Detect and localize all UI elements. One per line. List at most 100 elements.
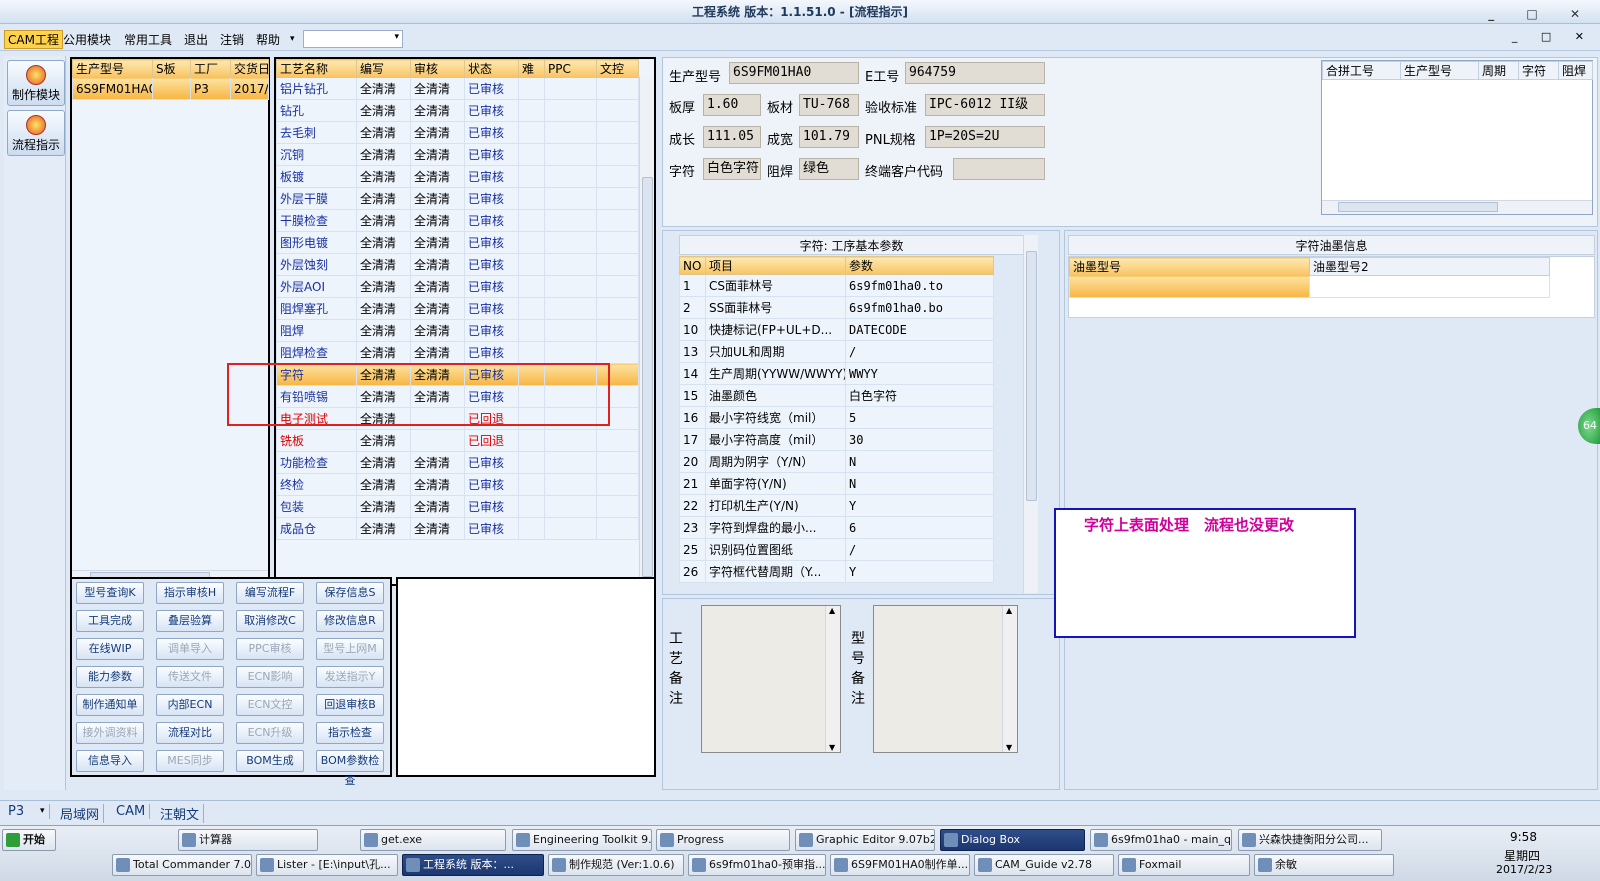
table-row[interactable]: 17 最小字符高度（mil） 30 <box>679 428 994 451</box>
col-header[interactable]: 工艺名称 <box>276 59 357 78</box>
cell[interactable]: WWYY <box>845 362 994 385</box>
cell[interactable] <box>518 99 545 122</box>
col-header[interactable]: 文控 <box>596 59 639 78</box>
scroll-thumb[interactable] <box>1026 251 1037 501</box>
col-header[interactable]: 项目 <box>705 256 846 275</box>
cell[interactable]: 外层AOI <box>276 275 357 298</box>
cell[interactable]: 全清清 <box>410 473 465 496</box>
menu-exit[interactable]: 退出 <box>184 31 208 48</box>
menu-cam[interactable]: CAM工程 <box>4 30 63 49</box>
col-header[interactable]: 状态 <box>464 59 519 78</box>
cell[interactable] <box>596 275 639 298</box>
cell[interactable] <box>518 517 545 540</box>
action-button[interactable]: 叠层验算 <box>156 610 224 632</box>
customer-code-field[interactable] <box>953 158 1045 180</box>
cell[interactable]: 全清清 <box>356 121 411 144</box>
cell[interactable]: 铣板 <box>276 429 357 452</box>
cell[interactable]: 全清清 <box>356 429 411 452</box>
col-header[interactable]: S板 <box>152 59 191 78</box>
cell[interactable]: 全清清 <box>410 319 465 342</box>
cell[interactable]: 全清清 <box>356 209 411 232</box>
cell[interactable]: 全清清 <box>356 319 411 342</box>
cell[interactable] <box>152 77 191 100</box>
cell[interactable]: 6s9fm01ha0.bo <box>845 296 994 319</box>
cell[interactable]: 全清清 <box>410 77 465 100</box>
cell[interactable]: 已审核 <box>464 253 519 276</box>
table-row[interactable]: 2 SS面菲林号 6s9fm01ha0.bo <box>679 296 994 319</box>
cell[interactable] <box>596 121 639 144</box>
col-header[interactable]: 参数 <box>845 256 994 275</box>
action-button[interactable]: 调单导入 <box>156 638 224 660</box>
cell[interactable] <box>518 297 545 320</box>
action-button[interactable]: 信息导入 <box>76 750 144 772</box>
cell[interactable]: 已审核 <box>464 121 519 144</box>
cell[interactable]: 26 <box>679 560 706 583</box>
cell[interactable]: 16 <box>679 406 706 429</box>
menu-combo-box[interactable]: ▾ <box>303 30 403 48</box>
table-row[interactable]: 外层蚀刻 全清清 全清清 已审核 <box>276 253 639 276</box>
table-row[interactable]: 13 只加UL和周期 / <box>679 340 994 363</box>
table-row[interactable]: 图形电镀 全清清 全清清 已审核 <box>276 231 639 254</box>
cell[interactable]: 23 <box>679 516 706 539</box>
taskbar-item[interactable]: Foxmail <box>1118 854 1250 876</box>
taskbar-item[interactable]: 余敏 <box>1254 854 1394 876</box>
cell[interactable]: 沉铜 <box>276 143 357 166</box>
cell[interactable]: 已审核 <box>464 187 519 210</box>
col-header[interactable]: 油墨型号 <box>1069 257 1310 276</box>
table-row[interactable]: 成品仓 全清清 全清清 已审核 <box>276 517 639 540</box>
cell[interactable]: 字符框代替周期（Y... <box>705 560 846 583</box>
cell[interactable]: 字符到焊盘的最小... <box>705 516 846 539</box>
cell[interactable]: 全清清 <box>410 517 465 540</box>
cell[interactable]: Y <box>845 494 994 517</box>
vertical-scrollbar[interactable]: ▲ ▼ <box>825 606 840 752</box>
cell[interactable]: 全清清 <box>410 187 465 210</box>
cell[interactable]: 15 <box>679 384 706 407</box>
cell[interactable]: 25 <box>679 538 706 561</box>
col-header[interactable]: 工厂 <box>190 59 231 78</box>
menu-help[interactable]: 帮助 <box>256 31 280 48</box>
horizontal-scrollbar[interactable] <box>1322 200 1592 214</box>
action-button[interactable]: 保存信息S <box>316 582 384 604</box>
cell[interactable]: 已审核 <box>464 209 519 232</box>
cell[interactable]: 21 <box>679 472 706 495</box>
cell[interactable] <box>544 187 597 210</box>
action-button[interactable]: 能力参数 <box>76 666 144 688</box>
cell[interactable]: 全清清 <box>410 231 465 254</box>
cell[interactable]: 全清清 <box>410 495 465 518</box>
cell[interactable]: DATECODE <box>845 318 994 341</box>
material-field[interactable]: TU-768 <box>799 94 859 116</box>
cell[interactable]: 已审核 <box>464 451 519 474</box>
cell[interactable] <box>1309 275 1550 298</box>
col-header[interactable]: 油墨型号2 <box>1309 257 1550 276</box>
table-row[interactable]: 23 字符到焊盘的最小... 6 <box>679 516 994 539</box>
table-row[interactable]: 阻焊检查 全清清 全清清 已审核 <box>276 341 639 364</box>
table-row[interactable]: 25 识别码位置图纸 / <box>679 538 994 561</box>
table-row[interactable]: 22 打印机生产(Y/N) Y <box>679 494 994 517</box>
cell[interactable]: 全清清 <box>356 341 411 364</box>
scroll-down-icon[interactable]: ▼ <box>829 743 835 752</box>
cell[interactable] <box>518 143 545 166</box>
menu-tools[interactable]: 常用工具 <box>124 31 172 48</box>
action-button[interactable]: ECN升级 <box>236 722 304 744</box>
cell[interactable]: 周期为阴字（Y/N） <box>705 450 846 473</box>
cell[interactable]: 10 <box>679 318 706 341</box>
table-row[interactable]: 终检 全清清 全清清 已审核 <box>276 473 639 496</box>
cell[interactable] <box>596 473 639 496</box>
action-button[interactable]: 在线WIP <box>76 638 144 660</box>
action-button[interactable]: 型号上网M <box>316 638 384 660</box>
taskbar-item[interactable]: Graphic Editor 9.07b2 ... <box>795 829 935 851</box>
start-button[interactable]: 开始 <box>2 829 56 851</box>
cell[interactable]: 已审核 <box>464 319 519 342</box>
cell[interactable] <box>544 165 597 188</box>
action-button[interactable]: BOM参数检查 <box>316 750 384 787</box>
table-row[interactable]: 14 生产周期(YYWW/WWYY) WWYY <box>679 362 994 385</box>
cell[interactable] <box>518 165 545 188</box>
cell[interactable] <box>518 319 545 342</box>
action-button[interactable]: PPC审核 <box>236 638 304 660</box>
cell[interactable]: 已审核 <box>464 495 519 518</box>
window-controls[interactable]: _ □ ✕ <box>1488 2 1594 26</box>
col-header[interactable]: 合拼工号 <box>1322 61 1401 80</box>
cell[interactable]: 白色字符 <box>845 384 994 407</box>
cell[interactable] <box>596 253 639 276</box>
cell[interactable]: 全清清 <box>356 275 411 298</box>
